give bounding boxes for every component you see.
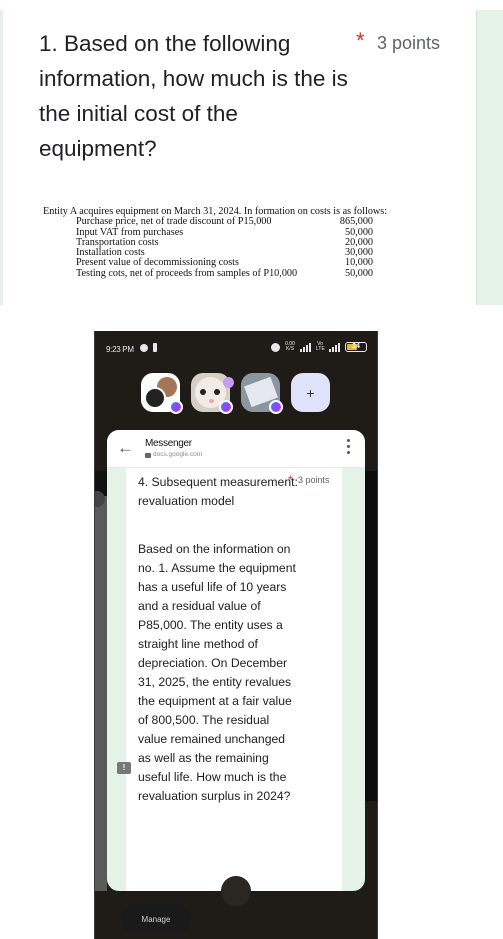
cost-information-image: Entity A acquires equipment on March 31,… [43, 206, 443, 279]
avatar [144, 387, 166, 409]
required-marker: * [356, 28, 365, 53]
manage-button[interactable]: Manage [121, 904, 191, 934]
browser-header: ← Messenger docs.google.com [107, 430, 365, 468]
more-options-icon[interactable] [347, 439, 350, 454]
nose [209, 399, 214, 403]
status-bar: 9:23 PM 0.00 K/S Vo LTE 24 [95, 331, 377, 365]
download-icon [153, 343, 157, 352]
phone-screenshot: 9:23 PM 0.00 K/S Vo LTE 24 + ← Messenger… [94, 331, 378, 939]
battery-icon: 24 [345, 342, 367, 352]
alarm-icon [271, 342, 280, 352]
chat-heads-row: + [95, 373, 377, 423]
status-icons: 0.00 K/S Vo LTE 24 [271, 342, 367, 352]
messenger-badge-icon [219, 400, 233, 414]
signal-icon [329, 342, 340, 352]
required-marker: * [288, 473, 293, 487]
form-question-card: 4. Subsequent measurement: revaluation m… [126, 468, 342, 891]
question-points: 3 points [298, 475, 330, 485]
question-body: Based on the information on no. 1. Assum… [138, 542, 296, 803]
net-speed: 0.00 K/S [285, 341, 295, 352]
question-title: 1. Based on the following information, h… [39, 31, 348, 161]
browser-url: docs.google.com [153, 451, 203, 458]
status-time: 9:23 PM [106, 345, 134, 354]
dismiss-target [221, 876, 251, 906]
question-title: 4. Subsequent measurement: revaluation m… [138, 475, 298, 508]
info-value: 50,000 [344, 267, 373, 279]
eye [214, 389, 220, 395]
background-app [365, 471, 377, 801]
question-points: 3 points [377, 33, 441, 53]
signal-icon [300, 342, 311, 352]
back-arrow-icon[interactable]: ← [117, 439, 134, 456]
browser-title: Messenger [145, 438, 192, 449]
bubble-browser-window: ← Messenger docs.google.com 4. Subsequen… [107, 430, 365, 891]
eye [200, 389, 206, 395]
volte-label: Vo LTE [316, 341, 325, 352]
lock-icon [145, 453, 151, 458]
info-label: Testing cots, net of proceeds from sampl… [76, 267, 298, 279]
form-question-card: 1. Based on the following information, h… [0, 0, 503, 305]
feedback-icon[interactable]: ! [117, 762, 131, 774]
messenger-badge-icon [269, 400, 283, 414]
left-border [0, 10, 3, 305]
info-row: Testing cots, net of proceeds from sampl… [43, 267, 443, 279]
unread-dot [223, 377, 234, 388]
right-border [476, 10, 503, 305]
messenger-badge-icon [169, 400, 183, 414]
background-app [95, 471, 107, 891]
new-chat-button[interactable]: + [291, 373, 330, 412]
battery-percent: 24 [352, 343, 360, 350]
messenger-notification-icon [140, 344, 148, 352]
